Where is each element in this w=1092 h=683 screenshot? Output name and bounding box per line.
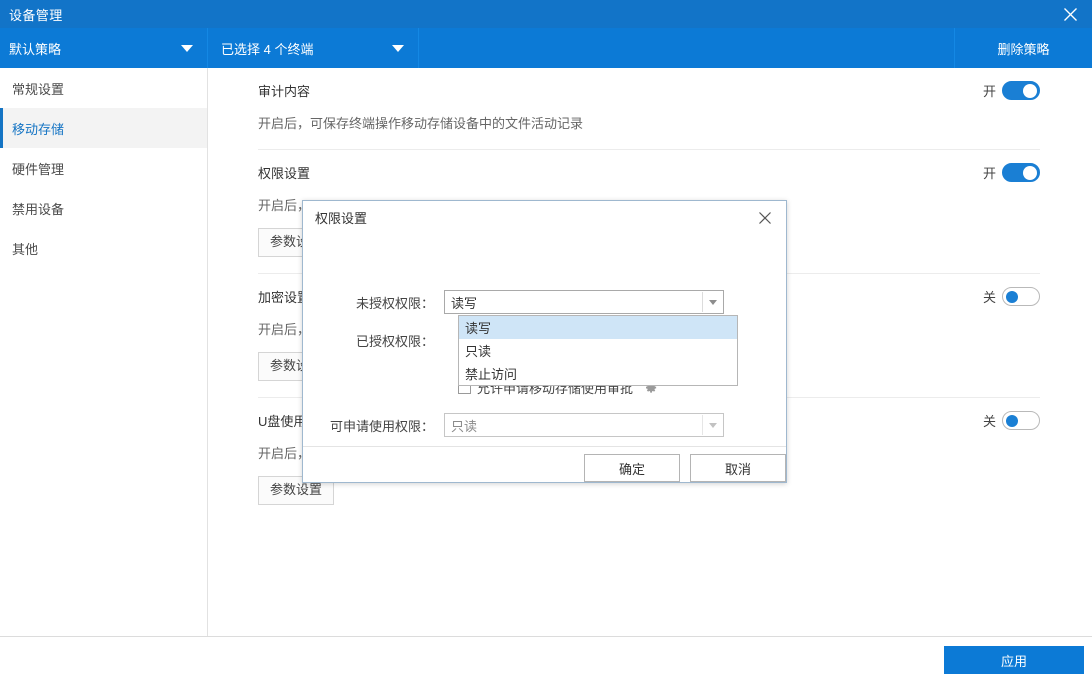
toggle-knob [1023, 165, 1037, 180]
unauthorized-permission-select[interactable]: 读写 [444, 290, 724, 314]
unauthorized-permission-dropdown[interactable]: 读写 只读 禁止访问 [458, 315, 738, 386]
dialog-ok-button[interactable]: 确定 [584, 454, 680, 482]
applicable-permission-row: 可申请使用权限： 只读 [303, 413, 786, 437]
toggle-knob [1023, 83, 1037, 98]
toggle-state-label: 开 [982, 84, 996, 99]
sidebar-item-label: 其他 [12, 241, 39, 257]
encryption-settings-toggle[interactable] [1002, 287, 1040, 306]
dialog-footer: 确定 取消 [303, 446, 786, 483]
applicable-permission-label: 可申请使用权限： [329, 418, 434, 434]
sidebar: 常规设置 移动存储 硬件管理 禁用设备 其他 [0, 68, 208, 636]
audit-content-toggle[interactable] [1002, 81, 1040, 100]
sidebar-item-label: 常规设置 [12, 81, 65, 97]
section-description: 开启后，可保存终端操作移动存储设备中的文件活动记录 [258, 116, 584, 131]
dropdown-option-readwrite[interactable]: 读写 [459, 316, 737, 339]
arrow-triangle [708, 422, 717, 428]
sidebar-item-general[interactable]: 常规设置 [0, 68, 207, 108]
permission-settings-dialog: 权限设置 未授权权限： 读写 已授权权限： 读写 只读 禁止访问 允许申请移动存… [302, 200, 787, 483]
sidebar-item-hardware[interactable]: 硬件管理 [0, 148, 207, 188]
section-title: 审计内容 [258, 84, 311, 99]
authorized-permission-label: 已授权权限： [355, 333, 434, 349]
dialog-header: 权限设置 [303, 201, 786, 234]
delete-policy-button[interactable]: 删除策略 [954, 28, 1092, 68]
chevron-down-icon[interactable] [702, 292, 722, 312]
policy-select-value: 默认策略 [9, 41, 62, 57]
arrow-triangle [708, 299, 717, 305]
toggle-group: 关 [983, 411, 1040, 430]
permission-settings-toggle[interactable] [1002, 163, 1040, 182]
unauthorized-permission-row: 未授权权限： 读写 [303, 290, 786, 314]
unauthorized-permission-value: 读写 [451, 295, 478, 311]
apply-button[interactable]: 应用 [944, 646, 1084, 674]
toggle-group: 关 [983, 287, 1040, 306]
chevron-down-icon [392, 45, 404, 52]
toggle-state-label: 关 [982, 290, 996, 305]
sidebar-item-other[interactable]: 其他 [0, 228, 207, 268]
chevron-down-icon[interactable] [702, 415, 722, 435]
applicable-permission-value: 只读 [451, 418, 478, 434]
sidebar-item-label: 禁用设备 [12, 201, 65, 217]
sidebar-item-label: 移动存储 [12, 121, 65, 137]
unauthorized-permission-label: 未授权权限： [355, 295, 434, 311]
toggle-state-label: 开 [982, 166, 996, 181]
toggle-state-label: 关 [982, 414, 996, 429]
toggle-group: 开 [983, 81, 1040, 100]
window-title: 设备管理 [9, 7, 63, 23]
close-icon [1063, 7, 1077, 21]
dialog-close-button[interactable] [752, 206, 778, 230]
bottom-bar [0, 637, 1092, 683]
terminal-select[interactable]: 已选择 4 个终端 [207, 28, 419, 68]
terminal-select-value: 已选择 4 个终端 [221, 41, 314, 57]
sidebar-item-removable-storage[interactable]: 移动存储 [0, 108, 207, 148]
toolbar: 默认策略 已选择 4 个终端 删除策略 [0, 28, 1092, 68]
close-icon [759, 212, 771, 224]
toggle-group: 开 [983, 163, 1040, 182]
toggle-knob [1006, 414, 1018, 427]
section-title: 权限设置 [258, 166, 311, 181]
toggle-knob [1006, 290, 1018, 303]
sidebar-item-disabled-devices[interactable]: 禁用设备 [0, 188, 207, 228]
chevron-down-icon [181, 45, 193, 52]
section-audit-content: 审计内容 开启后，可保存终端操作移动存储设备中的文件活动记录 开 [258, 68, 1040, 150]
applicable-permission-select[interactable]: 只读 [444, 413, 724, 437]
window-close-button[interactable] [1048, 0, 1092, 28]
dialog-cancel-button[interactable]: 取消 [690, 454, 786, 482]
window-title-bar: 设备管理 [0, 0, 1092, 28]
sidebar-item-label: 硬件管理 [12, 161, 65, 177]
usb-usage-toggle[interactable] [1002, 411, 1040, 430]
dialog-body: 未授权权限： 读写 已授权权限： 读写 只读 禁止访问 允许申请移动存储使用审批 [303, 234, 786, 446]
policy-select[interactable]: 默认策略 [0, 28, 207, 68]
dialog-title: 权限设置 [315, 211, 368, 226]
dropdown-option-noaccess[interactable]: 禁止访问 [459, 362, 737, 385]
dropdown-option-readonly[interactable]: 只读 [459, 339, 737, 362]
